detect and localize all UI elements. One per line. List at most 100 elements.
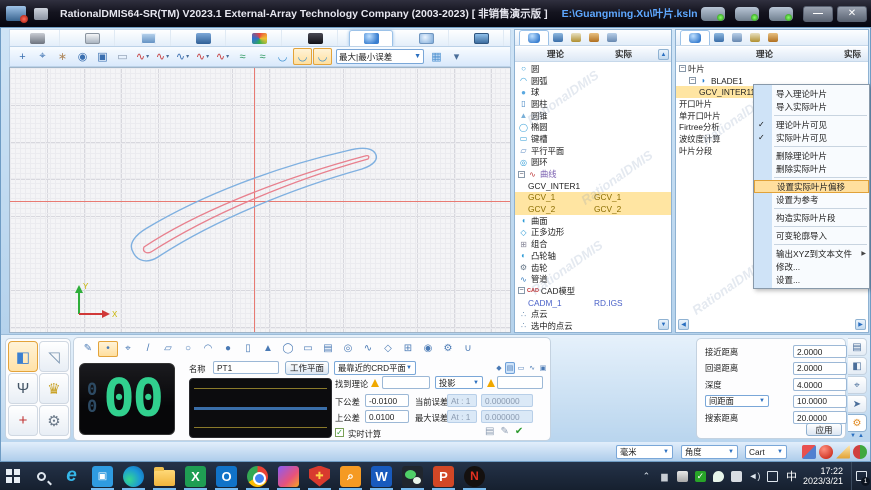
scroll-down-button[interactable]: ▼ [658, 319, 669, 330]
zoom-probe-tab-icon[interactable]: ⌖ [848, 376, 867, 394]
cylinder-icon[interactable]: ▯ [238, 341, 258, 357]
tree-row[interactable]: ●球 [515, 86, 671, 98]
fixture-button[interactable]: ♛ [39, 373, 69, 404]
taskbar-app-edge[interactable] [118, 462, 149, 490]
menu-item[interactable]: 导入实际叶片 [754, 100, 869, 113]
apply-button[interactable]: 应用 [806, 423, 842, 436]
param-input[interactable] [793, 378, 847, 391]
expand-toggle[interactable]: − [689, 77, 696, 84]
taskbar-app-security[interactable]: ✚ [304, 462, 335, 490]
confirm-check-icon[interactable]: ✔ [515, 426, 523, 437]
workplane-button[interactable]: 工作平面 [285, 361, 329, 375]
menu-item[interactable]: ✓实际叶片可见 [754, 131, 869, 144]
torus-icon[interactable]: ◎ [338, 341, 358, 357]
report-pad-icon[interactable]: ▤ [485, 426, 494, 437]
name-input[interactable] [213, 361, 279, 374]
taskbar-app-file-explorer[interactable] [149, 462, 180, 490]
line-icon[interactable]: / [138, 341, 158, 357]
probe-button[interactable]: Ψ [8, 373, 38, 404]
curve-icon[interactable]: ∿ [358, 341, 378, 357]
plane-dropdown[interactable]: 最靠近的CRD平面▼ [334, 361, 416, 375]
probe-small-icon[interactable]: ✎ [500, 426, 508, 437]
window-small-icon[interactable] [732, 33, 742, 42]
search-button[interactable] [26, 462, 56, 490]
actual-column-header[interactable]: 实际 [844, 48, 861, 60]
cone-icon[interactable]: ▲ [258, 341, 278, 357]
tree-row[interactable]: ⊞组合 [515, 238, 671, 250]
minimize-button[interactable]: — [803, 6, 833, 22]
taskbar-app-blue-app[interactable]: ▣ [87, 462, 118, 490]
tools-button[interactable]: ⚙ [39, 405, 69, 436]
start-button[interactable] [0, 462, 26, 490]
units-dropdown[interactable]: 毫米▼ [616, 445, 673, 459]
taskbar-app-excel[interactable]: X [180, 462, 211, 490]
clipboard-tray-icon[interactable] [676, 470, 689, 483]
tab-print[interactable] [16, 30, 60, 46]
curve-vector-icon[interactable]: ∿▾ [193, 48, 212, 65]
sphere-tool-icon[interactable] [819, 445, 833, 459]
realtime-checkbox[interactable]: ✓ [335, 428, 344, 437]
taskbar-app-paint3d[interactable] [273, 462, 304, 490]
theory-column-header[interactable]: 理论 [547, 48, 564, 60]
expand-toggle[interactable]: − [518, 287, 525, 294]
taskbar-app-ie[interactable]: e [56, 462, 87, 490]
curve-rotate-icon[interactable]: ∿▾ [173, 48, 192, 65]
point-icon[interactable]: • [98, 341, 118, 357]
gear-pair-icon[interactable] [853, 445, 867, 459]
scroll-right-button[interactable]: ▶ [855, 319, 866, 330]
spacing-plane-dropdown[interactable]: 间距面▼ [705, 395, 769, 407]
menu-item[interactable]: 导入理论叶片 [754, 87, 869, 100]
projection-dropdown[interactable]: 投影▼ [435, 376, 483, 389]
tree-row[interactable]: ▭键槽 [515, 133, 671, 145]
menu-item[interactable]: ✓理论叶片可见 [754, 118, 869, 131]
menu-item[interactable]: 设置... [754, 273, 869, 286]
tree-row[interactable]: ○圆 [515, 63, 671, 75]
probe-pen-icon[interactable]: ✎ [78, 341, 98, 357]
arc-icon[interactable]: ◠ [198, 341, 218, 357]
crown-small-icon[interactable] [589, 33, 599, 42]
cad-canvas[interactable]: Y X [9, 67, 511, 333]
param-input[interactable] [793, 362, 847, 375]
expand-toggle[interactable]: − [679, 65, 686, 72]
monitor-small-icon[interactable] [607, 33, 617, 42]
width-icon[interactable]: ◉ [418, 341, 438, 357]
menu-item[interactable]: 设置为参考 [754, 193, 869, 206]
projection-input[interactable] [497, 376, 543, 389]
caliper-button[interactable]: ◹ [39, 341, 69, 372]
coord-dropdown[interactable]: Cart▼ [745, 445, 787, 459]
window-tool-icon[interactable] [735, 7, 759, 21]
pan-hand-icon[interactable]: ∗ [53, 48, 72, 65]
tab-document[interactable] [71, 30, 115, 46]
network-tray-icon[interactable] [766, 470, 779, 483]
check-tray-icon[interactable]: ✓ [694, 470, 707, 483]
usb-tray-icon[interactable] [658, 470, 671, 483]
lower-tol-input[interactable] [365, 394, 409, 407]
curve-offset-icon[interactable]: ◡ [313, 48, 332, 65]
curve-display-toggle[interactable]: ∿ [527, 362, 537, 374]
tree-row[interactable]: −叶片 [676, 63, 868, 75]
feature-tab-selected[interactable] [519, 30, 549, 45]
workpiece-view-button[interactable]: ◧ [8, 341, 38, 372]
param-input[interactable] [793, 345, 847, 358]
curve-fill-icon[interactable]: ◡ [273, 48, 292, 65]
zoom-window-icon[interactable]: ⌖ [33, 48, 52, 65]
extra-dropdown-arrow[interactable]: ▾ [447, 48, 466, 65]
taskbar-app-dmis-app[interactable]: N [459, 462, 490, 490]
taskbar-app-wechat[interactable] [397, 462, 428, 490]
angle-tool-icon[interactable] [836, 445, 850, 459]
expand-toggle[interactable]: − [518, 171, 525, 178]
menu-item[interactable]: 设置实际叶片偏移 [754, 180, 869, 193]
tree-row[interactable]: ◯椭圆 [515, 121, 671, 133]
curve-multi-icon[interactable]: ∿▾ [213, 48, 232, 65]
wechat-tray-icon[interactable] [712, 470, 725, 483]
sphere-icon[interactable]: ● [218, 341, 238, 357]
graph-display-toggle[interactable]: ▤ [505, 362, 515, 374]
plane-icon[interactable]: ▱ [158, 341, 178, 357]
param-input[interactable] [793, 395, 847, 408]
tab-monitor[interactable] [460, 30, 504, 46]
menu-item[interactable]: 可变轮廓导入 [754, 229, 869, 242]
print-tab-icon[interactable]: ▤ [848, 338, 867, 356]
joystick-icon[interactable] [701, 7, 725, 21]
view-eye-icon[interactable]: ◉ [73, 48, 92, 65]
taskbar-app-doc-search[interactable]: ⌕ [335, 462, 366, 490]
